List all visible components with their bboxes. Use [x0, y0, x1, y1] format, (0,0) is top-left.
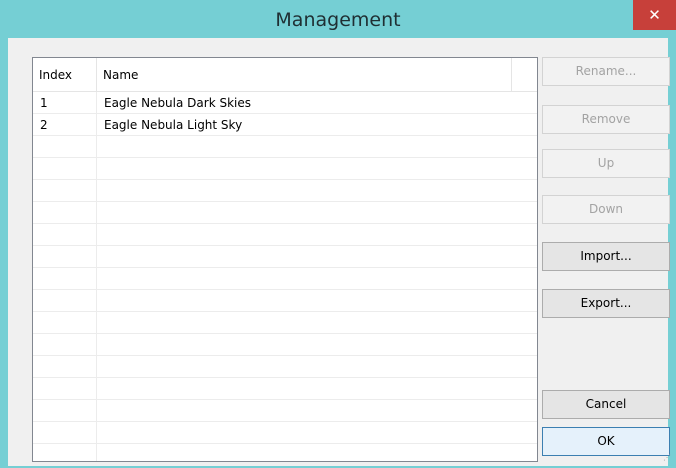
empty-cell: [33, 224, 97, 245]
empty-row: [33, 356, 537, 378]
empty-row: [33, 268, 537, 290]
export-button[interactable]: Export...: [542, 289, 670, 318]
empty-cell: [33, 158, 97, 179]
close-icon: ✕: [648, 6, 661, 24]
empty-row: [33, 334, 537, 356]
profiles-list[interactable]: Index Name 1 Eagle Nebula Dark Skies 2 E…: [32, 57, 538, 462]
cancel-button[interactable]: Cancel: [542, 390, 670, 419]
down-button[interactable]: Down: [542, 195, 670, 224]
empty-row: [33, 224, 537, 246]
rename-button[interactable]: Rename...: [542, 57, 670, 86]
resize-grip-icon[interactable]: ⋰: [663, 454, 671, 462]
list-header: Index Name: [33, 58, 537, 92]
empty-cell: [33, 246, 97, 267]
empty-cell: [33, 268, 97, 289]
empty-cell: [33, 180, 97, 201]
empty-row: [33, 444, 537, 461]
list-item[interactable]: 2 Eagle Nebula Light Sky: [33, 114, 537, 136]
list-item-index: 2: [33, 114, 97, 135]
empty-row: [33, 180, 537, 202]
list-item-index: 1: [33, 92, 97, 113]
empty-cell: [33, 202, 97, 223]
list-item-name: Eagle Nebula Light Sky: [104, 118, 243, 132]
column-header-filler: [512, 58, 537, 91]
empty-row: [33, 422, 537, 444]
empty-cell: [33, 444, 97, 461]
column-header-name[interactable]: Name: [97, 58, 512, 91]
ok-button[interactable]: OK: [542, 427, 670, 456]
empty-cell: [33, 290, 97, 311]
empty-cell: [33, 422, 97, 443]
empty-row: [33, 378, 537, 400]
list-rows: 1 Eagle Nebula Dark Skies 2 Eagle Nebula…: [33, 92, 537, 461]
dialog-client-area: Index Name 1 Eagle Nebula Dark Skies 2 E…: [8, 38, 671, 466]
empty-cell: [33, 400, 97, 421]
empty-cell: [33, 356, 97, 377]
management-dialog: Management ✕ Index Name 1 Eagle Nebula D…: [0, 0, 676, 468]
empty-cell: [33, 312, 97, 333]
title-bar[interactable]: Management ✕: [0, 0, 676, 38]
remove-button[interactable]: Remove: [542, 105, 670, 134]
empty-row: [33, 246, 537, 268]
empty-cell: [33, 136, 97, 157]
empty-row: [33, 312, 537, 334]
empty-row: [33, 158, 537, 180]
window-title: Management: [275, 9, 401, 31]
up-button[interactable]: Up: [542, 149, 670, 178]
import-button[interactable]: Import...: [542, 242, 670, 271]
list-item[interactable]: 1 Eagle Nebula Dark Skies: [33, 92, 537, 114]
list-item-name: Eagle Nebula Dark Skies: [104, 96, 251, 110]
close-button[interactable]: ✕: [633, 0, 676, 30]
empty-row: [33, 290, 537, 312]
empty-row: [33, 136, 537, 158]
empty-cell: [33, 378, 97, 399]
empty-row: [33, 202, 537, 224]
empty-cell: [33, 334, 97, 355]
column-header-index[interactable]: Index: [33, 58, 97, 91]
empty-row: [33, 400, 537, 422]
